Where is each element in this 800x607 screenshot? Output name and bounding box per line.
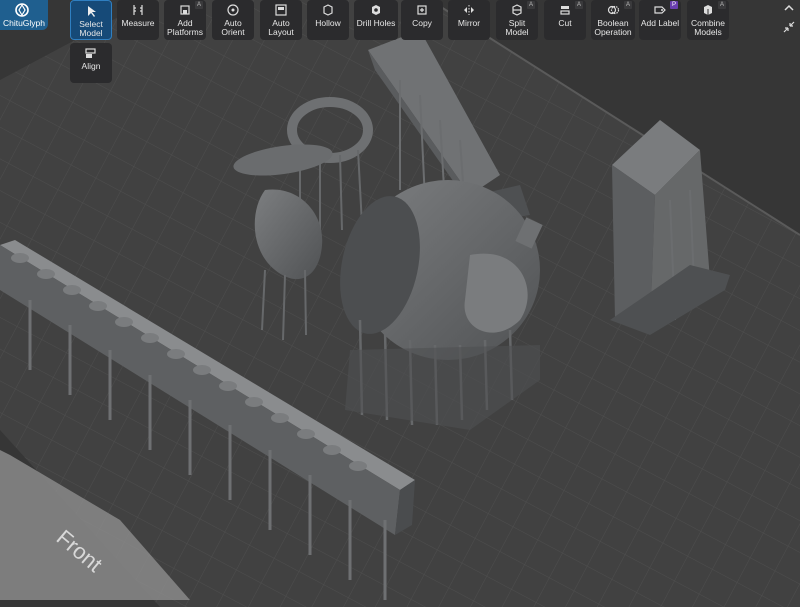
label-icon xyxy=(654,6,666,14)
boolean-operation-button[interactable]: Boolean Operation A xyxy=(591,0,635,40)
mirror-icon xyxy=(464,5,474,15)
hollow-icon xyxy=(323,4,333,16)
copy-icon xyxy=(417,5,427,15)
body-model[interactable] xyxy=(328,180,543,430)
combine-icon xyxy=(704,5,712,15)
drill-holes-button[interactable]: Drill Holes xyxy=(354,0,398,40)
platform-icon xyxy=(180,5,190,15)
measure-label: Measure xyxy=(121,18,155,28)
auto-orient-button[interactable]: Auto Orient xyxy=(212,0,254,40)
boolean-icon xyxy=(607,5,620,15)
align-icon xyxy=(85,48,96,58)
align-label: Align xyxy=(81,61,101,71)
add-platforms-button[interactable]: Add Platforms A xyxy=(164,0,206,40)
cut-icon xyxy=(560,6,570,15)
cut-button[interactable]: Cut A xyxy=(544,0,586,40)
mirror-button[interactable]: Mirror xyxy=(448,0,490,40)
add-platforms-label: Add Platforms xyxy=(167,18,203,37)
auto-orient-label: Auto Orient xyxy=(221,18,245,37)
cut-label: Cut xyxy=(558,18,572,28)
measure-button[interactable]: Measure xyxy=(117,0,159,40)
copy-label: Copy xyxy=(412,18,432,28)
add-label-badge: P xyxy=(670,1,678,9)
drill-icon xyxy=(372,5,380,15)
auto-layout-label: Auto Layout xyxy=(268,18,294,37)
chevron-up-icon[interactable] xyxy=(782,1,796,15)
select-model-label: Select Model xyxy=(79,19,103,38)
cursor-icon xyxy=(88,6,96,17)
collapse-icon[interactable] xyxy=(782,20,796,34)
add-label-label: Add Label xyxy=(640,18,680,28)
ruler-icon xyxy=(133,5,143,15)
layout-icon xyxy=(275,4,287,16)
chitu-logo-icon xyxy=(15,3,29,17)
drill-holes-label: Drill Holes xyxy=(356,18,396,28)
orient-icon xyxy=(227,4,239,16)
mirror-label: Mirror xyxy=(457,18,481,28)
split-model-badge: A xyxy=(527,1,535,9)
app-name: ChituGlyph xyxy=(2,18,46,28)
add-label-button[interactable]: Add Label P xyxy=(639,0,681,40)
combine-models-label: Combine Models xyxy=(690,18,726,37)
copy-button[interactable]: Copy xyxy=(401,0,443,40)
top-toolbar: ChituGlyph Select Model Measure Add Platfo… xyxy=(0,0,800,40)
select-model-button[interactable]: Select Model xyxy=(70,0,112,40)
boolean-operation-label: Boolean Operation xyxy=(594,18,632,37)
hollow-button[interactable]: Hollow xyxy=(307,0,349,40)
add-platforms-badge: A xyxy=(195,1,203,9)
cut-badge: A xyxy=(575,1,583,9)
auto-layout-button[interactable]: Auto Layout xyxy=(260,0,302,40)
hollow-label: Hollow xyxy=(315,18,341,28)
split-model-button[interactable]: Split Model A xyxy=(496,0,538,40)
app-brand[interactable]: ChituGlyph xyxy=(0,0,48,30)
split-model-label: Split Model xyxy=(505,18,529,37)
split-icon xyxy=(512,4,522,16)
align-button[interactable]: Align xyxy=(70,43,112,83)
combine-models-button[interactable]: Combine Models A xyxy=(687,0,729,40)
boolean-operation-badge: A xyxy=(624,1,632,9)
combine-models-badge: A xyxy=(718,1,726,9)
3d-viewport[interactable]: Front xyxy=(0,0,800,607)
